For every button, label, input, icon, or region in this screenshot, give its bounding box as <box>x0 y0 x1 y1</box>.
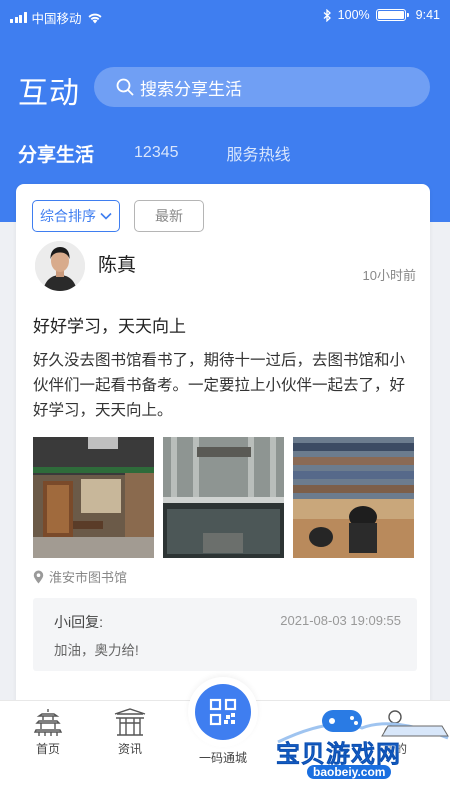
location-pin-icon <box>33 570 44 583</box>
official-reply: 小i回复: 2021-08-03 19:09:55 加油，奥力给! <box>33 598 417 671</box>
qr-code-icon <box>209 698 237 726</box>
author-name[interactable]: 陈真 <box>98 250 136 277</box>
post-time: 10小时前 <box>362 268 416 283</box>
sort-label: 综合排序 <box>40 208 96 224</box>
carrier-name: 中国移动 <box>31 12 82 26</box>
tab-12345[interactable]: 12345 <box>134 144 179 162</box>
page-title: 互动 <box>18 77 80 110</box>
search-input[interactable]: 搜索分享生活 <box>94 67 430 107</box>
wifi-icon <box>88 13 102 23</box>
pagoda-icon <box>33 709 63 736</box>
tab-bar: 分享生活 12345 服务热线 <box>18 136 339 170</box>
signal-icon <box>10 12 27 23</box>
reply-text: 加油，奥力给! <box>54 643 139 658</box>
search-placeholder: 搜索分享生活 <box>140 79 242 99</box>
nav-one-code-label: 一码通城 <box>198 751 247 765</box>
watermark-url: baobeiy.com <box>307 765 392 779</box>
battery-percent: 100% <box>337 8 370 22</box>
gate-icon <box>114 708 146 736</box>
search-icon <box>116 78 134 96</box>
reply-author: 小i回复: <box>54 614 103 630</box>
post-photo[interactable] <box>293 437 414 558</box>
nav-home[interactable]: 首页 <box>13 707 83 757</box>
post-title: 好好学习，天天向上 <box>33 317 186 336</box>
battery-icon <box>375 9 409 21</box>
clock: 9:41 <box>415 8 440 22</box>
post-card: 综合排序 最新 陈真 10小时前 好好学习，天天向上 好久没去图书馆看书了，期待… <box>16 184 430 724</box>
post-body: 好久没去图书馆看书了，期待十一过后，去图书馆和小伙伴们一起看书备考。一定要拉上小… <box>33 352 406 419</box>
avatar[interactable] <box>35 241 85 291</box>
nav-home-label: 首页 <box>35 742 60 756</box>
watermark-title: 宝贝游戏网 <box>276 741 401 769</box>
nav-news-label: 资讯 <box>117 742 142 756</box>
nav-news[interactable]: 资讯 <box>95 707 165 757</box>
newest-button[interactable]: 最新 <box>134 200 204 232</box>
post-location[interactable]: 淮安市图书馆 <box>33 567 127 586</box>
chevron-down-icon <box>100 212 112 220</box>
reply-time: 2021-08-03 19:09:55 <box>280 613 401 628</box>
tab-service-hotline[interactable]: 服务热线 <box>227 141 291 165</box>
bluetooth-icon <box>323 8 331 22</box>
sort-dropdown[interactable]: 综合排序 <box>32 200 120 232</box>
location-label: 淮安市图书馆 <box>49 570 128 585</box>
tab-share-life[interactable]: 分享生活 <box>18 140 94 167</box>
nav-one-code[interactable]: 一码通城 <box>188 677 258 766</box>
post-photo[interactable] <box>33 437 154 558</box>
watermark: 宝贝游戏网 baobeiy.com <box>272 706 450 796</box>
post-photo[interactable] <box>163 437 284 558</box>
status-bar: 中国移动 100% 9:41 <box>0 0 450 32</box>
